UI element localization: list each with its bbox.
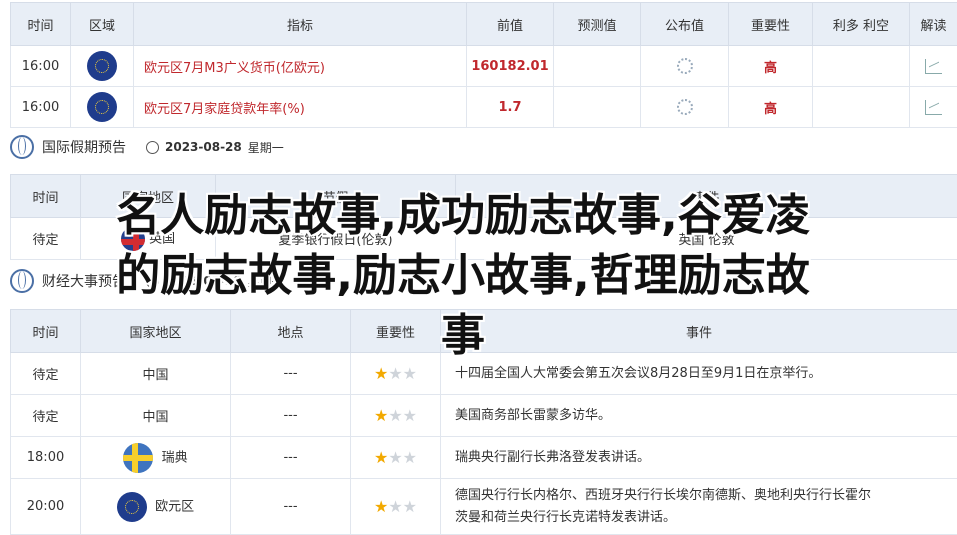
loading-icon <box>677 99 693 115</box>
impact-cell <box>813 46 910 87</box>
country-name: 瑞典 <box>162 450 188 465</box>
place-cell: --- <box>231 395 351 437</box>
chart-icon[interactable] <box>925 59 942 74</box>
star-icon: ★ <box>374 497 388 516</box>
table-row[interactable]: 20:00 欧元区 --- ★★★ 德国央行行长内格尔、西班牙央行行长埃尔南德斯… <box>11 479 957 535</box>
star-icon: ★ <box>403 448 417 467</box>
overlay-line: 名人励志故事,成功励志故事,谷爱凌 <box>28 186 898 246</box>
importance-stars: ★★★ <box>351 395 441 437</box>
table-row[interactable]: 待定 中国 --- ★★★ 美国商务部长雷蒙多访华。 <box>11 395 957 437</box>
indicator-link[interactable]: 欧元区7月家庭贷款年率(%) <box>134 87 467 128</box>
time-cell: 待定 <box>11 395 81 437</box>
star-icon: ★ <box>388 448 402 467</box>
section-date: 2023-08-28 <box>165 140 242 154</box>
star-icon: ★ <box>388 406 402 425</box>
col-region[interactable]: 区域 <box>71 3 134 46</box>
eu-flag-icon <box>87 51 117 81</box>
star-icon: ★ <box>403 497 417 516</box>
time-cell: 16:00 <box>11 87 71 128</box>
prev-value: 160182.01 <box>467 46 554 87</box>
prev-value: 1.7 <box>467 87 554 128</box>
eu-flag-icon <box>87 92 117 122</box>
loading-icon <box>677 58 693 74</box>
table-row[interactable]: 16:00 欧元区7月M3广义货币(亿欧元) 160182.01 高 <box>11 46 957 87</box>
overlay-headline: 名人励志故事,成功励志故事,谷爱凌 的励志故事,励志小故事,哲理励志故 事 <box>28 186 898 366</box>
col-importance[interactable]: 重要性 <box>729 3 813 46</box>
star-icon: ★ <box>388 497 402 516</box>
time-cell: 16:00 <box>11 46 71 87</box>
col-impact[interactable]: 利多 利空 <box>813 3 910 46</box>
overlay-line: 事 <box>28 306 898 366</box>
time-cell: 20:00 <box>11 479 81 535</box>
col-forecast[interactable]: 预测值 <box>554 3 641 46</box>
star-icon: ★ <box>374 406 388 425</box>
place-cell: --- <box>231 437 351 479</box>
clock-icon <box>146 141 159 154</box>
table-header: 时间 区域 指标 前值 预测值 公布值 重要性 利多 利空 解读 <box>11 3 957 46</box>
holiday-section-header: 国际假期预告 2023-08-28 星期一 <box>10 132 284 162</box>
event-text: 美国商务部长雷蒙多访华。 <box>441 395 957 437</box>
col-time[interactable]: 时间 <box>11 3 71 46</box>
eu-flag-icon <box>117 492 147 522</box>
col-prev[interactable]: 前值 <box>467 3 554 46</box>
overlay-line: 的励志故事,励志小故事,哲理励志故 <box>28 246 898 306</box>
globe-icon <box>10 135 34 159</box>
se-flag-icon <box>123 443 153 473</box>
table-row[interactable]: 16:00 欧元区7月家庭贷款年率(%) 1.7 高 <box>11 87 957 128</box>
forecast-value <box>554 46 641 87</box>
country-name: 中国 <box>81 395 231 437</box>
chart-icon[interactable] <box>925 100 942 115</box>
place-cell: --- <box>231 479 351 535</box>
star-icon: ★ <box>374 448 388 467</box>
star-icon: ★ <box>374 364 388 383</box>
forecast-value <box>554 87 641 128</box>
time-cell: 18:00 <box>11 437 81 479</box>
star-icon: ★ <box>403 406 417 425</box>
col-indicator[interactable]: 指标 <box>134 3 467 46</box>
economic-data-table: 时间 区域 指标 前值 预测值 公布值 重要性 利多 利空 解读 16:00 欧… <box>10 2 957 128</box>
event-text: 瑞典央行副行长弗洛登发表讲话。 <box>441 437 957 479</box>
star-icon: ★ <box>388 364 402 383</box>
impact-cell <box>813 87 910 128</box>
importance-stars: ★★★ <box>351 437 441 479</box>
section-title: 国际假期预告 <box>42 137 126 157</box>
indicator-link[interactable]: 欧元区7月M3广义货币(亿欧元) <box>134 46 467 87</box>
importance-stars: ★★★ <box>351 479 441 535</box>
event-text: 德国央行行长内格尔、西班牙央行行长埃尔南德斯、奥地利央行行长霍尔茨曼和荷兰央行行… <box>441 479 957 535</box>
col-analysis[interactable]: 解读 <box>910 3 957 46</box>
col-actual[interactable]: 公布值 <box>641 3 729 46</box>
table-row[interactable]: 18:00 瑞典 --- ★★★ 瑞典央行副行长弗洛登发表讲话。 <box>11 437 957 479</box>
section-weekday: 星期一 <box>248 139 284 156</box>
country-name: 欧元区 <box>155 499 194 514</box>
importance-badge: 高 <box>729 46 813 87</box>
importance-badge: 高 <box>729 87 813 128</box>
star-icon: ★ <box>403 364 417 383</box>
